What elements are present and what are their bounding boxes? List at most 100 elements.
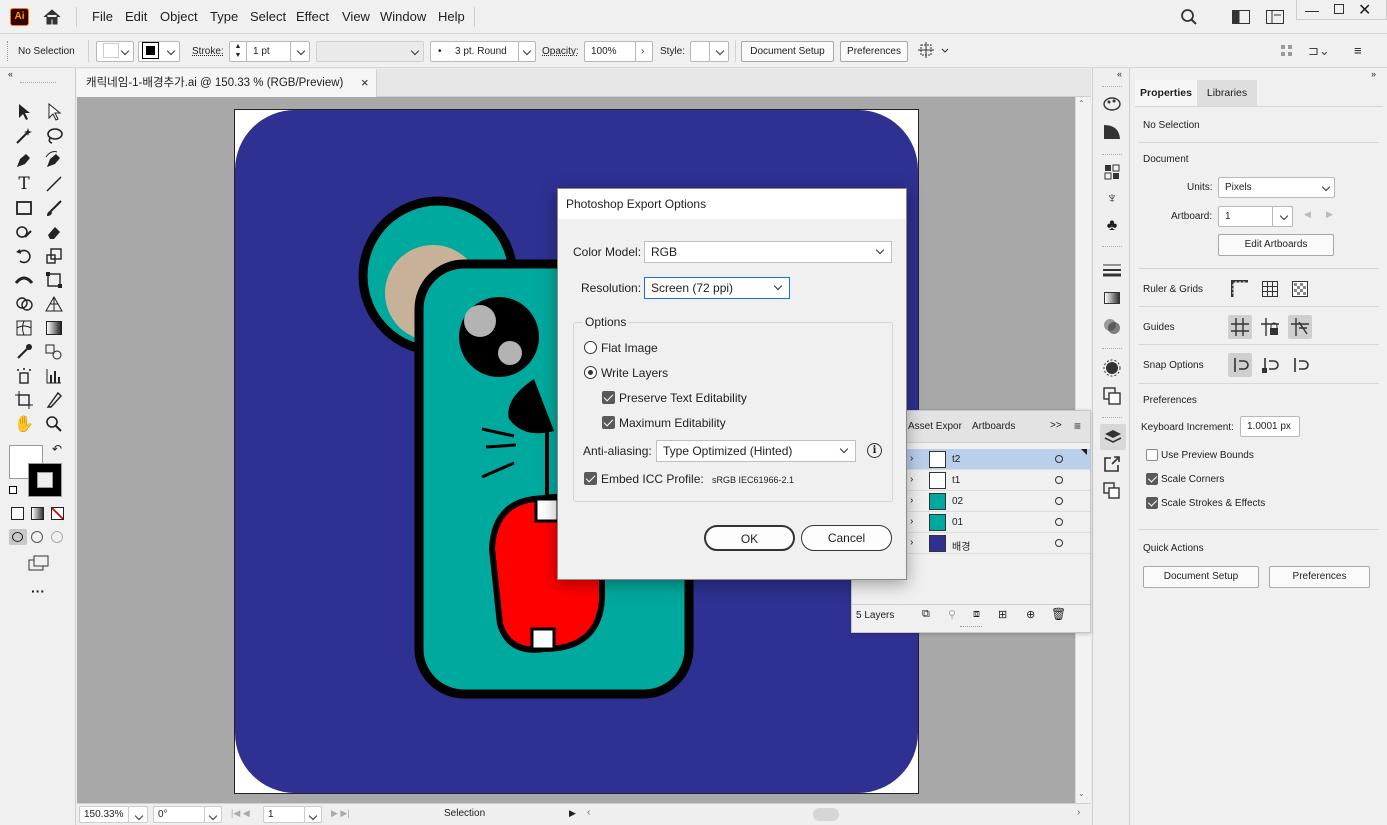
delete-layer-icon[interactable]: 🗑: [1051, 607, 1066, 621]
blend-tool-icon[interactable]: [43, 341, 65, 363]
layer-name[interactable]: t2: [952, 454, 960, 465]
scroll-left-icon[interactable]: ‹: [587, 807, 590, 818]
collect-export-icon[interactable]: ⧉: [922, 608, 930, 621]
smart-guides-icon[interactable]: [1288, 315, 1312, 339]
rulers-icon[interactable]: [1228, 277, 1252, 301]
preserve-text-checkbox[interactable]: [602, 391, 615, 404]
workspace-icon[interactable]: [1232, 10, 1250, 27]
brush-dot-icon[interactable]: •: [430, 41, 450, 62]
rotate-tool-icon[interactable]: [13, 245, 35, 267]
shaper-tool-icon[interactable]: [13, 221, 35, 243]
eyedropper-tool-icon[interactable]: [13, 341, 35, 363]
close-tab-icon[interactable]: ×: [361, 69, 369, 97]
stroke-weight-stepper[interactable]: ▲ ▼: [229, 41, 247, 62]
scale-tool-icon[interactable]: [43, 245, 65, 267]
preserve-text-label[interactable]: Preserve Text Editability: [619, 391, 747, 405]
magic-wand-tool-icon[interactable]: [13, 125, 35, 147]
target-circle-icon[interactable]: [1055, 518, 1063, 526]
brushes-panel-icon[interactable]: ♆: [1100, 186, 1124, 210]
expand-layer-icon[interactable]: ›: [910, 516, 913, 527]
style-swatch[interactable]: [690, 41, 710, 62]
symbol-sprayer-tool-icon[interactable]: [13, 365, 35, 387]
snap-to-point-icon[interactable]: [1228, 353, 1252, 377]
brush-definition[interactable]: 3 pt. Round: [449, 41, 519, 62]
document-tab[interactable]: 캐릭네임-1-배경추가.ai @ 150.33 % (RGB/Preview) …: [77, 69, 377, 97]
swap-colors-icon[interactable]: ↶: [52, 442, 62, 456]
layer-name[interactable]: t1: [952, 475, 960, 486]
keyboard-increment-input[interactable]: 1.0001 px: [1240, 416, 1300, 437]
scroll-right-icon[interactable]: ›: [1077, 807, 1080, 818]
menu-type[interactable]: Type: [210, 9, 238, 24]
expand-layer-icon[interactable]: ›: [910, 453, 913, 464]
zoom-input[interactable]: 150.33%: [79, 806, 129, 823]
column-graph-tool-icon[interactable]: [43, 365, 65, 387]
graphic-styles-icon[interactable]: [1100, 384, 1124, 408]
collapse-dock-icon[interactable]: «: [1117, 69, 1122, 79]
selection-tool-icon[interactable]: [13, 101, 35, 123]
draw-behind-icon[interactable]: [31, 531, 43, 543]
draw-normal-icon[interactable]: [9, 529, 27, 545]
collapse-panel-icon[interactable]: »: [1371, 69, 1376, 79]
artboard-navigator-input[interactable]: 1: [263, 806, 305, 823]
clipping-mask-icon[interactable]: ⧈: [973, 608, 980, 621]
scroll-down-icon[interactable]: ⌄: [1078, 789, 1085, 798]
layers-panel-icon[interactable]: [1100, 424, 1126, 450]
locate-object-icon[interactable]: ⚲: [948, 608, 956, 621]
expand-layer-icon[interactable]: ›: [910, 474, 913, 485]
layer-name[interactable]: 배경: [952, 538, 970, 553]
color-mode-icon[interactable]: [11, 507, 24, 520]
layer-name[interactable]: 01: [952, 517, 963, 528]
artboard-navigator-dropdown[interactable]: [304, 806, 322, 823]
menu-window[interactable]: Window: [380, 9, 426, 24]
gradient-panel-icon[interactable]: [1100, 286, 1124, 310]
lasso-tool-icon[interactable]: [43, 125, 65, 147]
brush-dropdown[interactable]: [518, 41, 536, 62]
artboard-dropdown[interactable]: [1272, 206, 1293, 227]
more-tabs-icon[interactable]: >>: [1050, 420, 1062, 431]
anti-aliasing-select[interactable]: Type Optimized (Hinted): [656, 440, 856, 462]
target-circle-icon[interactable]: [1055, 476, 1063, 484]
quick-preferences-button[interactable]: Preferences: [1269, 566, 1370, 588]
type-tool-icon[interactable]: T: [13, 173, 35, 195]
info-icon[interactable]: i: [867, 443, 882, 458]
tab-properties[interactable]: Properties: [1135, 80, 1197, 106]
transparency-grid-icon[interactable]: [1288, 277, 1312, 301]
free-transform-tool-icon[interactable]: [43, 269, 65, 291]
maximum-editability-checkbox[interactable]: [602, 416, 615, 429]
horizontal-scroll-thumb[interactable]: [813, 808, 839, 821]
search-icon[interactable]: [1180, 8, 1198, 29]
rotation-input[interactable]: 0°: [153, 806, 205, 823]
arrange-documents-icon[interactable]: [1266, 10, 1284, 27]
hand-tool-icon[interactable]: ✋: [13, 413, 35, 435]
grid-icon[interactable]: [1258, 277, 1282, 301]
ok-button[interactable]: OK: [704, 525, 795, 551]
zoom-dropdown[interactable]: [128, 806, 148, 823]
use-preview-bounds-label[interactable]: Use Preview Bounds: [1161, 450, 1254, 461]
lock-guides-icon[interactable]: [1258, 315, 1282, 339]
expand-layer-icon[interactable]: ›: [910, 495, 913, 506]
width-tool-icon[interactable]: [13, 269, 35, 291]
new-layer-icon[interactable]: ⊕: [1026, 608, 1035, 621]
preferences-button[interactable]: Preferences: [840, 41, 908, 62]
mesh-tool-icon[interactable]: [13, 317, 35, 339]
opacity-label[interactable]: Opacity:: [542, 46, 579, 57]
write-layers-radio[interactable]: [584, 366, 597, 379]
flat-image-radio[interactable]: [584, 341, 597, 354]
draw-inside-icon[interactable]: [51, 531, 63, 543]
use-preview-bounds-checkbox[interactable]: [1146, 449, 1158, 461]
color-guide-icon[interactable]: [1100, 120, 1124, 144]
transform-icon[interactable]: ⊐⌄: [1308, 43, 1330, 59]
menu-select[interactable]: Select: [250, 9, 286, 24]
tab-artboards[interactable]: Artboards: [972, 421, 1015, 432]
layer-row[interactable]: › t2: [907, 449, 1090, 470]
units-dropdown[interactable]: Pixels: [1218, 177, 1335, 198]
gradient-tool-icon[interactable]: [43, 317, 65, 339]
edit-toolbar-icon[interactable]: ···: [31, 583, 45, 599]
embed-icc-checkbox[interactable]: [584, 472, 597, 485]
expand-layer-icon[interactable]: ›: [910, 537, 913, 548]
menu-help[interactable]: Help: [438, 9, 465, 24]
screen-mode-icon[interactable]: [28, 555, 50, 574]
zoom-tool-icon[interactable]: [43, 413, 65, 435]
rectangle-tool-icon[interactable]: [13, 197, 35, 219]
layer-row[interactable]: › t1: [907, 470, 1090, 491]
